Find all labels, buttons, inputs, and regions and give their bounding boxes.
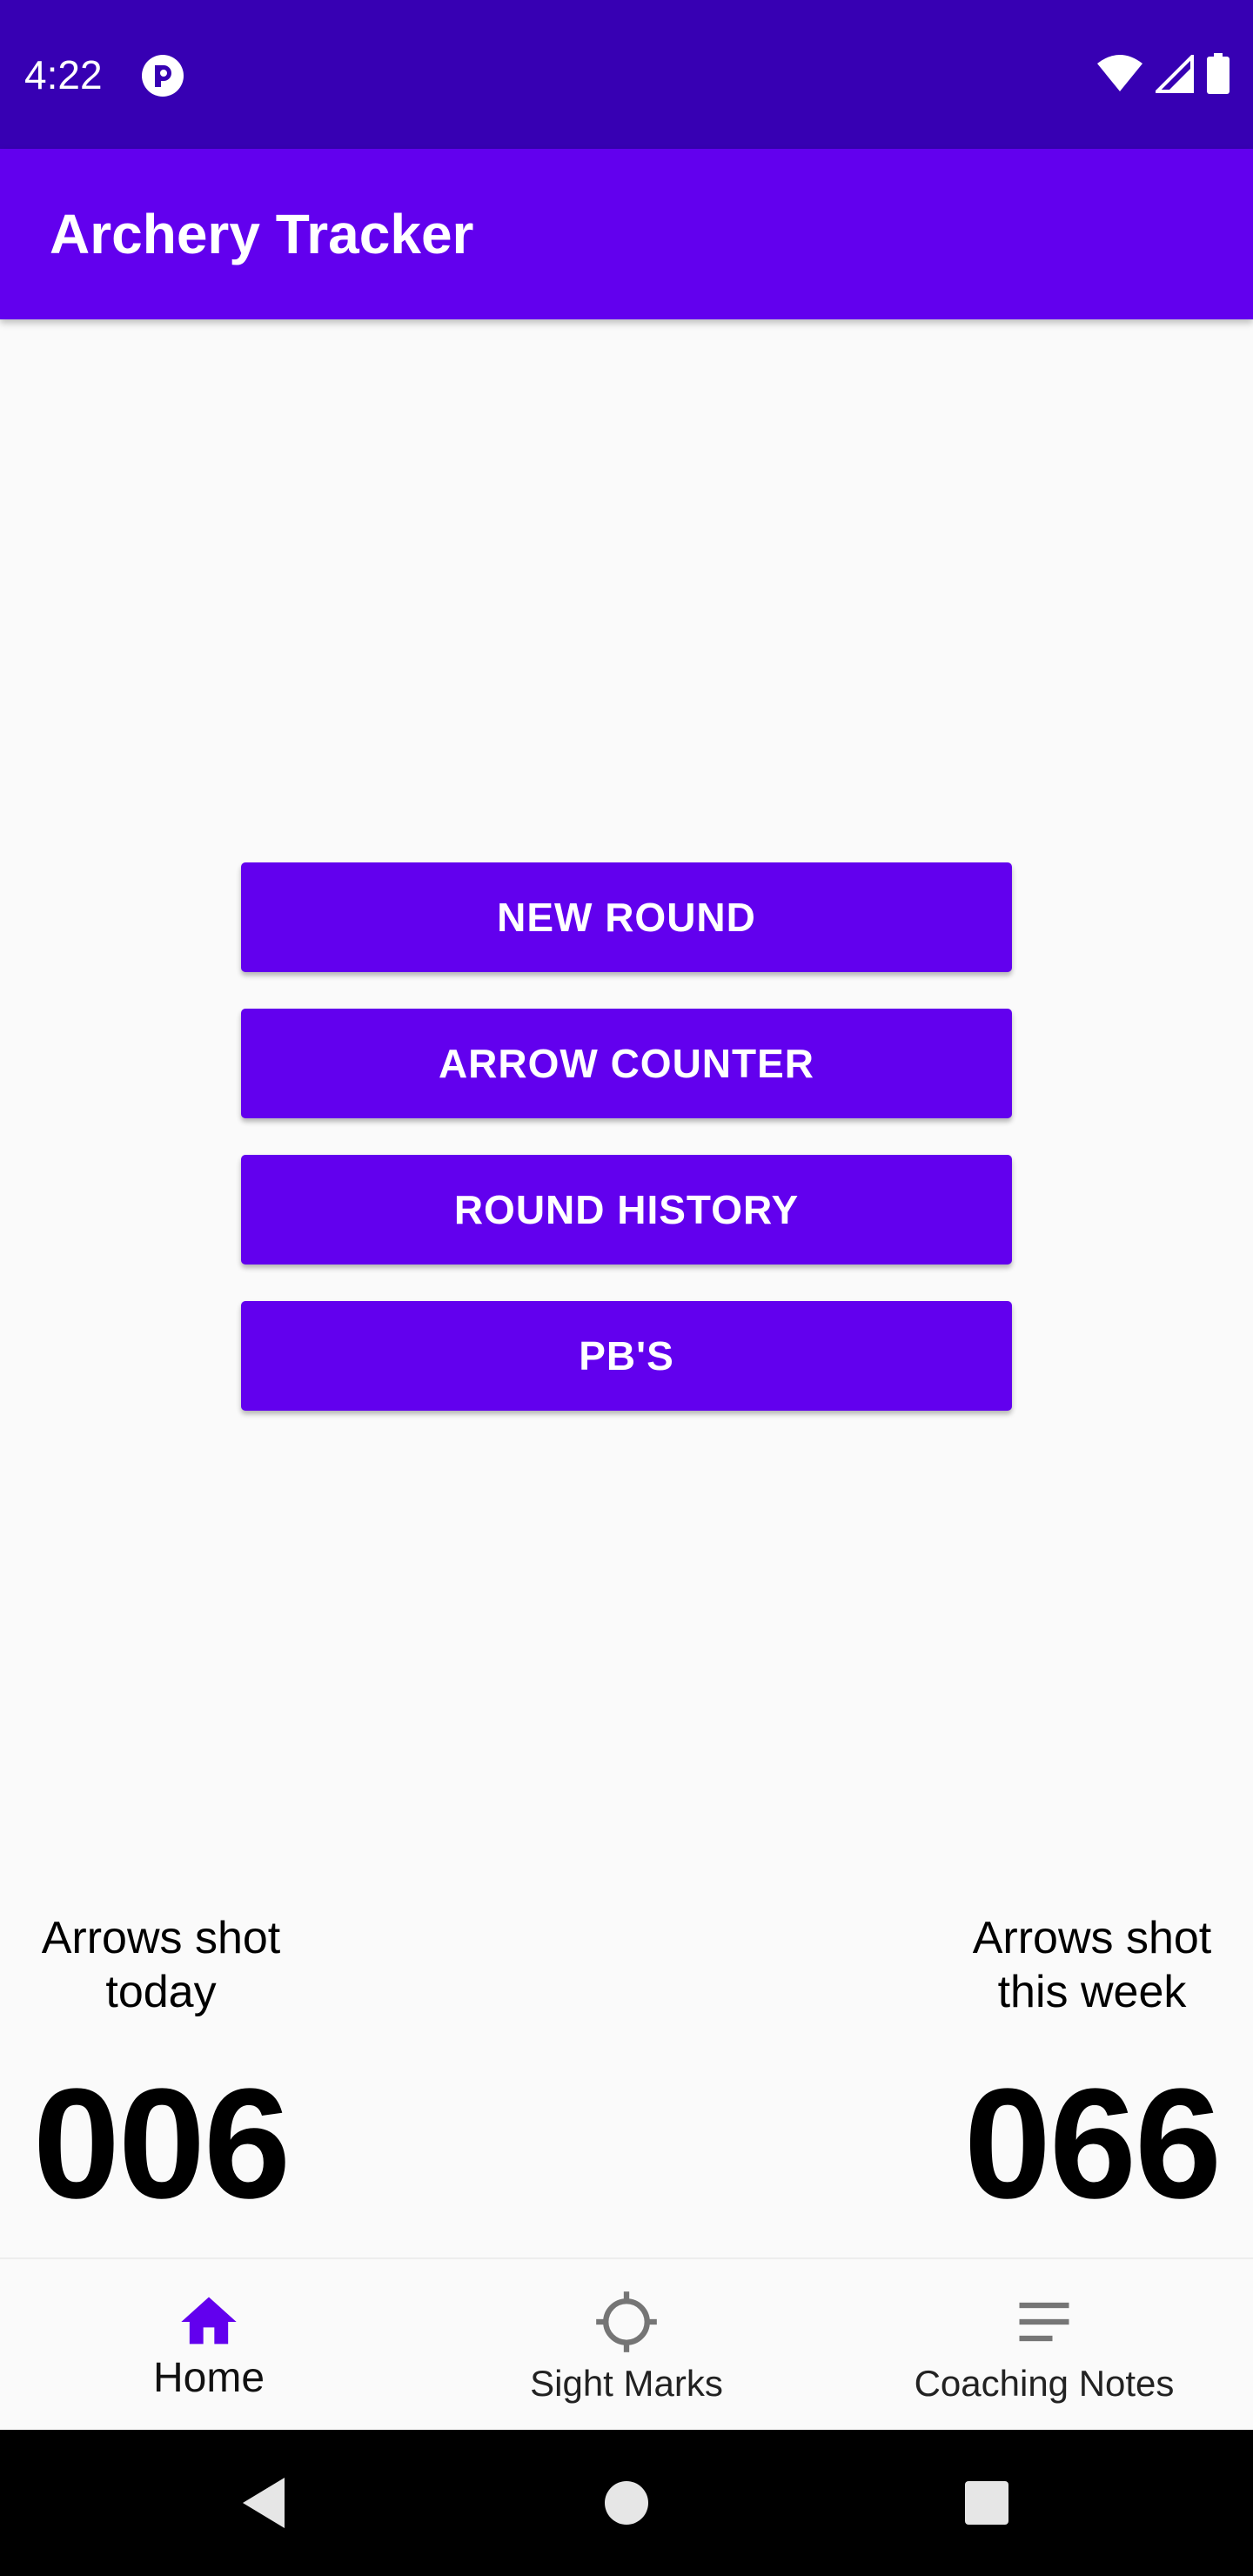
recents-icon[interactable] bbox=[964, 2480, 1009, 2526]
arrow-counter-button[interactable]: ARROW COUNTER bbox=[241, 1009, 1012, 1118]
battery-icon bbox=[1207, 53, 1230, 94]
arrows-today-label: Arrows shot today bbox=[41, 1913, 281, 2017]
home-circle-icon[interactable] bbox=[604, 2480, 649, 2526]
nav-coaching-notes-label: Coaching Notes bbox=[914, 2363, 1175, 2404]
crosshair-icon bbox=[596, 2291, 657, 2352]
nav-home-label: Home bbox=[152, 2355, 265, 2401]
arrows-week-stat: Arrows shot this week 066 bbox=[948, 1911, 1236, 2231]
arrows-week-label: Arrows shot this week bbox=[972, 1913, 1212, 2017]
nav-home[interactable]: Home bbox=[0, 2259, 418, 2432]
nav-coaching-notes[interactable]: Coaching Notes bbox=[835, 2259, 1253, 2432]
arrows-today-count: 006 bbox=[32, 2056, 291, 2231]
system-navigation-bar bbox=[0, 2430, 1253, 2576]
app-bar: Archery Tracker bbox=[0, 149, 1253, 319]
status-icons bbox=[1096, 52, 1230, 96]
arrows-week-count: 066 bbox=[963, 2056, 1222, 2231]
arrows-today-stat: Arrows shot today 006 bbox=[17, 1911, 305, 2231]
status-bar: 4:22 bbox=[0, 0, 1253, 149]
notes-icon bbox=[1019, 2302, 1069, 2342]
nav-sight-marks-label: Sight Marks bbox=[530, 2363, 723, 2404]
app-notification-icon bbox=[142, 55, 184, 97]
status-time: 4:22 bbox=[24, 52, 103, 97]
back-icon[interactable] bbox=[239, 2476, 286, 2530]
main-menu: NEW ROUND ARROW COUNTER ROUND HISTORY PB… bbox=[241, 862, 1012, 1447]
app-title: Archery Tracker bbox=[50, 203, 474, 265]
bottom-navigation: Home Sight Marks Coaching Notes bbox=[0, 2257, 1253, 2432]
wifi-icon bbox=[1097, 55, 1142, 91]
signal-icon bbox=[1156, 55, 1194, 93]
nav-sight-marks[interactable]: Sight Marks bbox=[418, 2259, 835, 2432]
new-round-button[interactable]: NEW ROUND bbox=[241, 862, 1012, 972]
pbs-button[interactable]: PB'S bbox=[241, 1301, 1012, 1411]
round-history-button[interactable]: ROUND HISTORY bbox=[241, 1155, 1012, 1265]
home-icon bbox=[181, 2297, 237, 2345]
